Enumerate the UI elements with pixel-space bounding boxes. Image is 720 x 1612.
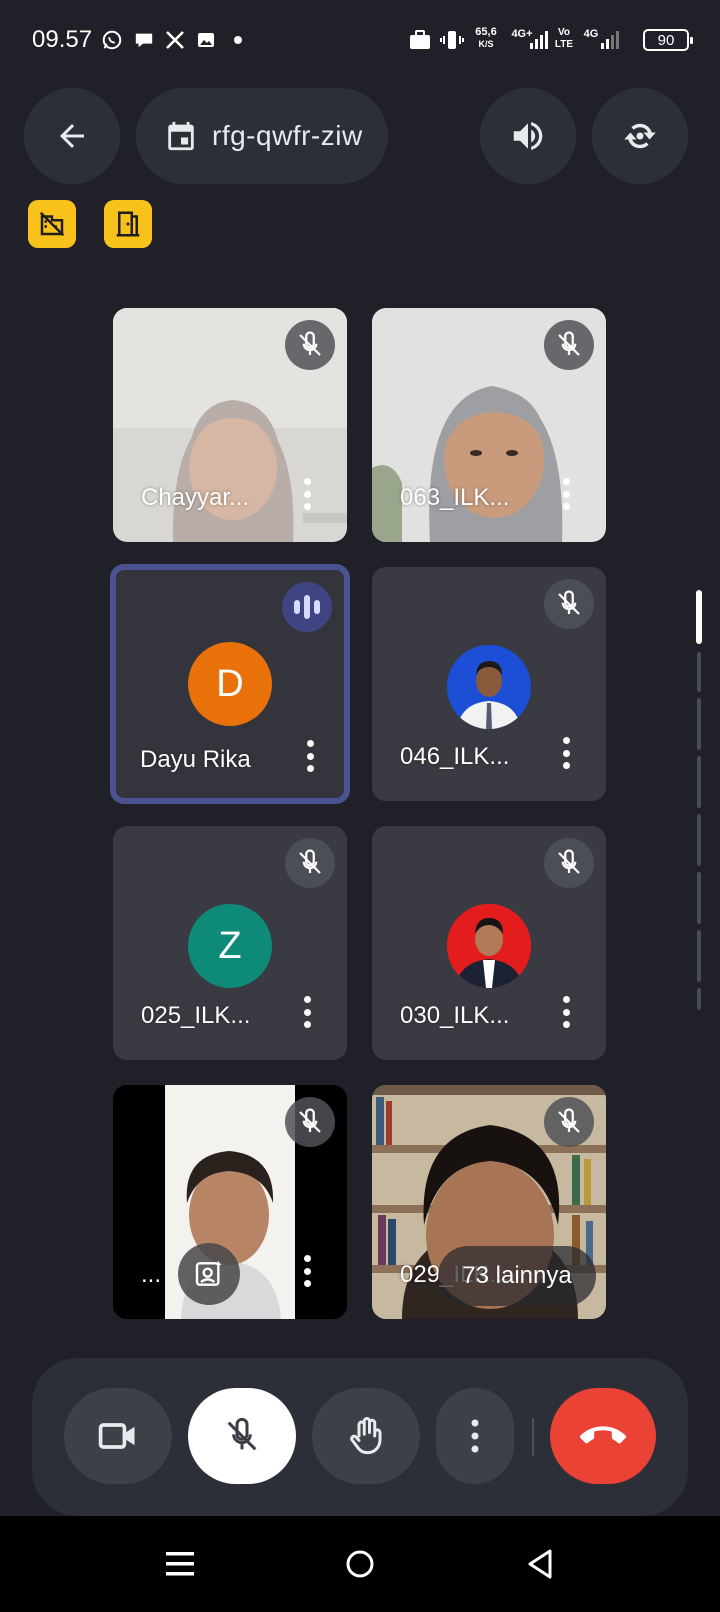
gallery-icon [194,28,218,52]
mic-off-icon [544,838,594,888]
door-icon [116,211,140,237]
audio-output-button[interactable] [480,88,576,184]
participant-name: Dayu Rika [140,746,251,773]
more-vert-icon[interactable] [297,474,317,514]
mic-off-icon [544,1097,594,1147]
system-nav-bar [0,1516,720,1612]
avatar: D [188,642,272,726]
controls-divider [532,1418,534,1456]
signal-icon-2 [598,28,622,52]
avatar: Z [188,904,272,988]
end-call-button[interactable] [550,1388,656,1484]
speaking-indicator-icon [282,582,332,632]
mic-off-icon [544,320,594,370]
whatsapp-icon [100,28,124,52]
dot-icon [226,28,250,52]
participant-name: Chayyar... [141,484,250,511]
participant-tile[interactable]: 046_ILK... [372,567,606,801]
switch-camera-button[interactable] [592,88,688,184]
back-button[interactable] [24,88,120,184]
vibrate-icon [440,28,464,52]
signal-icon [527,28,551,52]
volume-icon [513,122,543,150]
volte-label: Vo LTE [554,27,574,50]
more-vert-icon [471,1419,479,1453]
participant-tile-active[interactable]: D Dayu Rika [110,564,350,804]
domain-disabled-icon [39,211,65,237]
battery-indicator: 90 [643,29,693,51]
more-vert-icon[interactable] [297,1251,317,1291]
call-end-icon [580,1426,626,1444]
camera-button[interactable] [64,1388,172,1484]
network-speed: 65,6 K/S [475,26,497,49]
no-building-chip[interactable] [28,200,76,248]
briefcase-icon [408,28,432,52]
recents-button[interactable] [156,1540,204,1588]
mic-off-icon [285,838,335,888]
participant-tile[interactable]: 063_ILK... [372,308,606,542]
portrait-sparkle-icon [195,1260,222,1286]
participant-tile[interactable]: Chayyar... [113,308,347,542]
camera-icon [98,1423,135,1449]
participant-name: 046_ILK... [400,743,510,770]
arrow-back-icon [60,124,84,148]
scrollbar[interactable] [696,590,702,1010]
scroll-thumb[interactable] [696,590,702,644]
more-vert-icon[interactable] [556,733,576,773]
raise-hand-button[interactable] [312,1388,420,1484]
home-circle-icon [346,1550,374,1578]
mic-off-icon [285,320,335,370]
x-icon [163,28,187,52]
participant-name: ... [141,1261,162,1288]
more-participants-button[interactable]: 73 lainnya [438,1246,596,1306]
participant-tile[interactable]: ... [113,1085,347,1319]
door-chip[interactable] [104,200,152,248]
participant-name: 025_ILK... [141,1002,251,1029]
portrait-effects-button[interactable] [178,1243,240,1305]
chat-icon [132,28,156,52]
participant-tile[interactable]: 030_ILK... [372,826,606,1060]
meeting-code: rfg-qwfr-ziw [212,120,363,151]
back-nav-button[interactable] [516,1540,564,1588]
mic-off-icon [544,579,594,629]
meeting-info-button[interactable]: rfg-qwfr-ziw [136,88,388,184]
participant-name: 063_ILK... [400,484,510,511]
back-triangle-icon [528,1549,552,1579]
more-vert-icon[interactable] [297,992,317,1032]
more-vert-icon[interactable] [556,474,576,514]
hand-icon [350,1417,382,1455]
more-vert-icon[interactable] [300,736,320,776]
mic-button[interactable] [188,1388,296,1484]
status-bar: 09.57 65,6 K/S 4G+ Vo LTE 4G 90 [0,0,720,80]
calendar-icon [168,121,194,151]
home-button[interactable] [336,1540,384,1588]
participant-tile[interactable]: Z 025_ILK... [113,826,347,1060]
status-time: 09.57 [32,26,93,53]
call-controls [32,1358,688,1516]
more-vert-icon[interactable] [556,992,576,1032]
mic-off-icon [285,1097,335,1147]
mic-off-icon [227,1417,257,1451]
avatar [447,904,531,988]
menu-icon [166,1552,194,1576]
avatar [447,645,531,729]
more-options-button[interactable] [436,1388,514,1484]
switch-camera-icon [624,123,656,149]
participant-name: 030_ILK... [400,1002,510,1029]
